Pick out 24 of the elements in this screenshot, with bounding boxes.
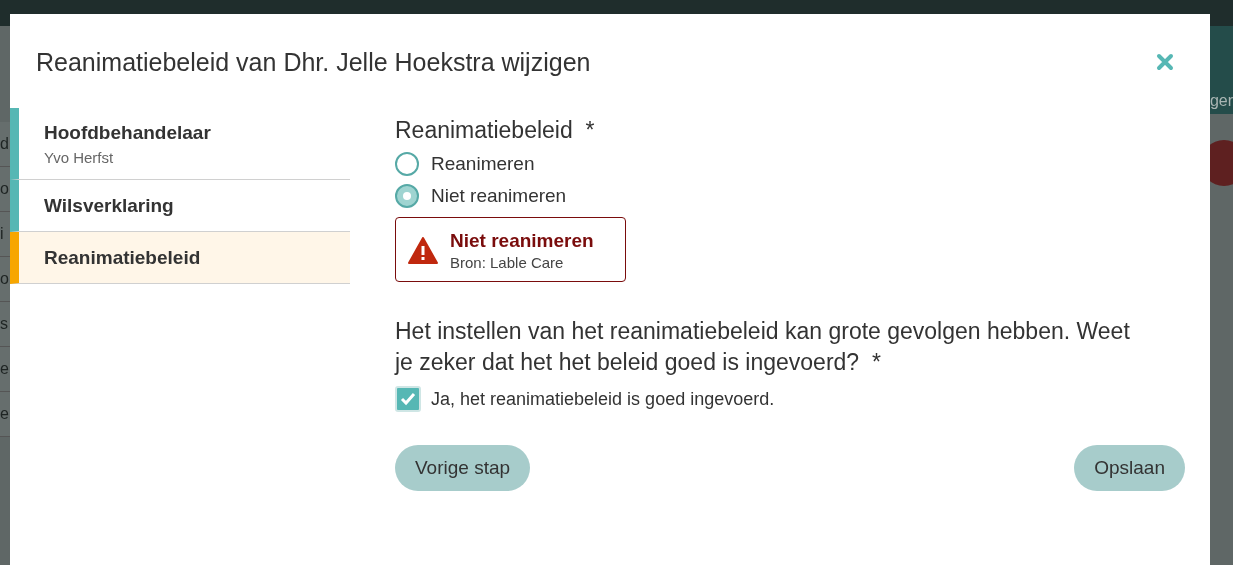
radio-button[interactable] xyxy=(395,152,419,176)
back-button[interactable]: Vorige stap xyxy=(395,445,531,491)
checkbox-label: Ja, het reanimatiebeleid is goed ingevoerd. xyxy=(431,388,775,410)
step-label: Wilsverklaring xyxy=(44,194,175,217)
save-button[interactable]: Opslaan xyxy=(1074,445,1185,491)
step-label: Hoofdbehandelaar xyxy=(44,121,212,144)
field-label: Reanimatiebeleid * xyxy=(395,117,596,144)
radio-button[interactable] xyxy=(395,184,419,208)
close-button[interactable] xyxy=(1156,53,1174,71)
header-text: ger xyxy=(1209,92,1233,110)
alert-source: Bron: Lable Care xyxy=(450,254,565,271)
radio-label: Reanimeren xyxy=(431,153,535,175)
confirm-question: Het instellen van het reanimatiebeleid kan grote gevolgen hebben. Weet je zeker dat het het beleid goed is ingevoerd? * xyxy=(395,317,1131,377)
step-item[interactable]: Hoofdbehandelaar Yvo Herfst xyxy=(10,108,350,180)
check-icon xyxy=(400,392,416,406)
dialog-title: Reanimatiebeleid van Dhr. Jelle Hoekstra wijzigen xyxy=(36,47,591,77)
step-item[interactable]: Wilsverklaring xyxy=(10,180,350,232)
step-item[interactable]: Reanimatiebeleid xyxy=(10,232,350,284)
radio-label: Niet reanimeren xyxy=(431,185,567,207)
step-label: Reanimatiebeleid xyxy=(44,246,202,269)
alert-title: Niet reanimeren xyxy=(450,230,594,252)
checkbox[interactable] xyxy=(395,386,421,412)
step-subtitle: Yvo Herfst xyxy=(44,148,115,166)
warning-icon xyxy=(408,237,438,264)
